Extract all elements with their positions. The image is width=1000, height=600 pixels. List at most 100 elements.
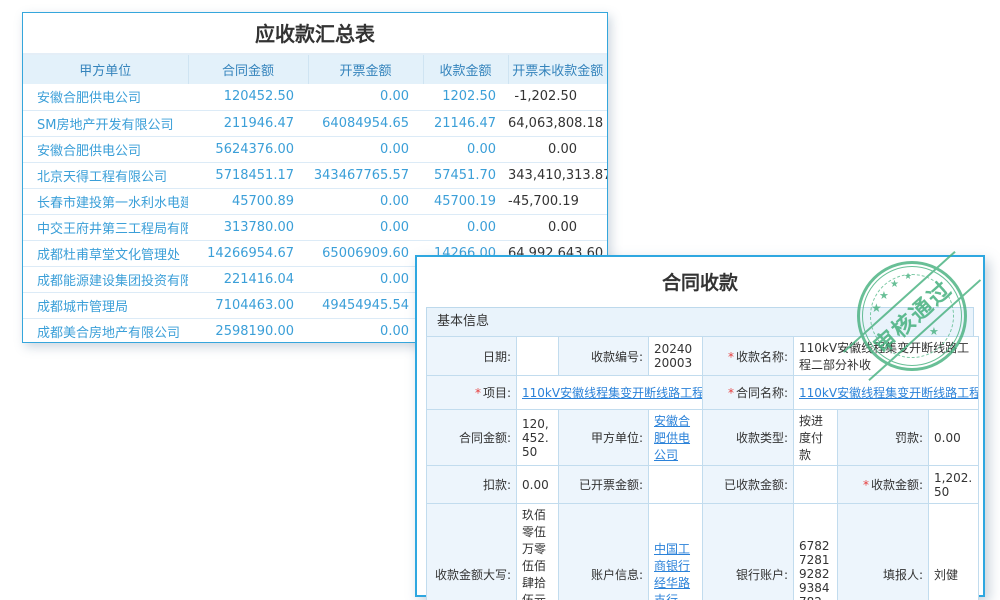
collected-amount-value xyxy=(794,466,838,504)
receipt-no-label: 收款编号: xyxy=(559,337,649,376)
form-row-5: 收款金额大写: 玖佰零伍万零伍佰肆拾伍元伍角整 账户信息: 中国工商银行经华路支… xyxy=(427,504,979,600)
receipt-no-value: 2024020003 xyxy=(649,337,703,376)
contract-receipt-panel: 合同收款 基本信息 日期: 收款编号: 2024020003 *收款名称: 11… xyxy=(415,255,985,597)
penalty-value: 0.00 xyxy=(929,410,979,466)
amount-cell: 343467765.57 xyxy=(308,162,423,188)
company-cell[interactable]: 中交王府井第三工程局有限公 xyxy=(23,214,188,240)
amount-cell: 5718451.17 xyxy=(188,162,308,188)
receipt-name-value: 110kV安徽线程集变开断线路工程二部分补收 xyxy=(794,337,979,376)
form-row-2: *项目: 110kV安徽线程集变开断线路工程 *合同名称: 110kV安徽线程集… xyxy=(427,376,979,410)
account-info-value: 中国工商银行经华路支行 xyxy=(649,504,703,600)
amount-cell: -45,700.19 xyxy=(508,188,607,214)
required-icon: * xyxy=(863,478,869,492)
invoiced-amount-value xyxy=(649,466,703,504)
party-a-link[interactable]: 安徽合肥供电公司 xyxy=(654,414,690,462)
amount-cell: 7104463.00 xyxy=(188,292,308,318)
project-label: *项目: xyxy=(427,376,517,410)
column-header-invoiced-amount: 开票金额 xyxy=(308,55,423,84)
receipt-amount-label: *收款金额: xyxy=(838,466,929,504)
contract-name-link[interactable]: 110kV安徽线程集变开断线路工程 xyxy=(799,386,979,400)
amount-cell: 57451.70 xyxy=(423,162,508,188)
table-row: 中交王府井第三工程局有限公313780.000.000.000.00 xyxy=(23,214,607,240)
amount-cell: 0.00 xyxy=(423,136,508,162)
amount-cell: 14266954.67 xyxy=(188,240,308,266)
project-link[interactable]: 110kV安徽线程集变开断线路工程 xyxy=(522,386,703,400)
collected-amount-label: 已收款金额: xyxy=(703,466,794,504)
amount-cell: 64,063,808.18 xyxy=(508,110,607,136)
amount-words-label: 收款金额大写: xyxy=(427,504,517,600)
company-cell[interactable]: 成都能源建设集团投资有限公 xyxy=(23,266,188,292)
company-cell[interactable]: SM房地产开发有限公司 xyxy=(23,110,188,136)
contract-name-label: *合同名称: xyxy=(703,376,794,410)
amount-cell: 0.00 xyxy=(508,214,607,240)
column-header-collected-amount: 收款金额 xyxy=(423,55,508,84)
contract-amount-value: 120,452.50 xyxy=(517,410,559,466)
project-value: 110kV安徽线程集变开断线路工程 xyxy=(517,376,703,410)
section-header-basic-info: 基本信息 xyxy=(426,307,974,336)
table-row: 北京天得工程有限公司5718451.17343467765.5757451.70… xyxy=(23,162,607,188)
amount-cell: 45700.89 xyxy=(188,188,308,214)
account-info-link[interactable]: 中国工商银行经华路支行 xyxy=(654,542,690,600)
form-row-4: 扣款: 0.00 已开票金额: 已收款金额: *收款金额: 1,202.50 xyxy=(427,466,979,504)
amount-cell: 0.00 xyxy=(308,214,423,240)
company-cell[interactable]: 长春市建投第一水利水电建设 xyxy=(23,188,188,214)
bank-account-value: 6782728192829384782 xyxy=(794,504,838,600)
party-a-value: 安徽合肥供电公司 xyxy=(649,410,703,466)
required-icon: * xyxy=(728,350,734,364)
receipt-name-label: *收款名称: xyxy=(703,337,794,376)
amount-cell: 65006909.60 xyxy=(308,240,423,266)
amount-cell: 1202.50 xyxy=(423,84,508,110)
penalty-label: 罚款: xyxy=(838,410,929,466)
table-row: 安徽合肥供电公司5624376.000.000.000.00 xyxy=(23,136,607,162)
company-cell[interactable]: 安徽合肥供电公司 xyxy=(23,84,188,110)
contract-amount-label: 合同金额: xyxy=(427,410,517,466)
amount-cell: 45700.19 xyxy=(423,188,508,214)
amount-cell: 0.00 xyxy=(423,214,508,240)
bank-account-label: 银行账户: xyxy=(703,504,794,600)
amount-cell: 0.00 xyxy=(308,84,423,110)
column-header-contract-amount: 合同金额 xyxy=(188,55,308,84)
amount-cell: -1,202.50 xyxy=(508,84,607,110)
form-row-1: 日期: 收款编号: 2024020003 *收款名称: 110kV安徽线程集变开… xyxy=(427,337,979,376)
reporter-value: 刘健 xyxy=(929,504,979,600)
deduction-value: 0.00 xyxy=(517,466,559,504)
party-a-label: 甲方单位: xyxy=(559,410,649,466)
required-icon: * xyxy=(475,386,481,400)
amount-cell: 0.00 xyxy=(508,136,607,162)
column-header-outstanding-amount: 开票未收款金额 xyxy=(508,55,607,84)
date-value xyxy=(517,337,559,376)
amount-cell: 343,410,313.87 xyxy=(508,162,607,188)
amount-cell: 0.00 xyxy=(308,318,423,343)
date-label: 日期: xyxy=(427,337,517,376)
column-header-party: 甲方单位 xyxy=(23,55,188,84)
company-cell[interactable]: 成都杜甫草堂文化管理处 xyxy=(23,240,188,266)
receipt-form-table: 日期: 收款编号: 2024020003 *收款名称: 110kV安徽线程集变开… xyxy=(426,336,979,600)
amount-cell: 221416.04 xyxy=(188,266,308,292)
amount-cell: 211946.47 xyxy=(188,110,308,136)
deduction-label: 扣款: xyxy=(427,466,517,504)
amount-cell: 21146.47 xyxy=(423,110,508,136)
invoiced-amount-label: 已开票金额: xyxy=(559,466,649,504)
amount-cell: 64084954.65 xyxy=(308,110,423,136)
amount-cell: 120452.50 xyxy=(188,84,308,110)
company-cell[interactable]: 成都城市管理局 xyxy=(23,292,188,318)
company-cell[interactable]: 成都美合房地产有限公司 xyxy=(23,318,188,343)
company-cell[interactable]: 北京天得工程有限公司 xyxy=(23,162,188,188)
table-header-row: 甲方单位 合同金额 开票金额 收款金额 开票未收款金额 xyxy=(23,55,607,84)
table-row: 安徽合肥供电公司120452.500.001202.50-1,202.50 xyxy=(23,84,607,110)
form-title: 合同收款 xyxy=(417,268,983,295)
contract-name-value: 110kV安徽线程集变开断线路工程 xyxy=(794,376,979,410)
amount-cell: 2598190.00 xyxy=(188,318,308,343)
receipt-type-label: 收款类型: xyxy=(703,410,794,466)
form-row-3: 合同金额: 120,452.50 甲方单位: 安徽合肥供电公司 收款类型: 按进… xyxy=(427,410,979,466)
amount-cell: 0.00 xyxy=(308,136,423,162)
receipt-type-value: 按进度付款 xyxy=(794,410,838,466)
company-cell[interactable]: 安徽合肥供电公司 xyxy=(23,136,188,162)
amount-words-value: 玖佰零伍万零伍佰肆拾伍元伍角整 xyxy=(517,504,559,600)
summary-title: 应收款汇总表 xyxy=(23,13,607,55)
required-icon: * xyxy=(728,386,734,400)
account-info-label: 账户信息: xyxy=(559,504,649,600)
reporter-label: 填报人: xyxy=(838,504,929,600)
receipt-amount-value: 1,202.50 xyxy=(929,466,979,504)
amount-cell: 5624376.00 xyxy=(188,136,308,162)
